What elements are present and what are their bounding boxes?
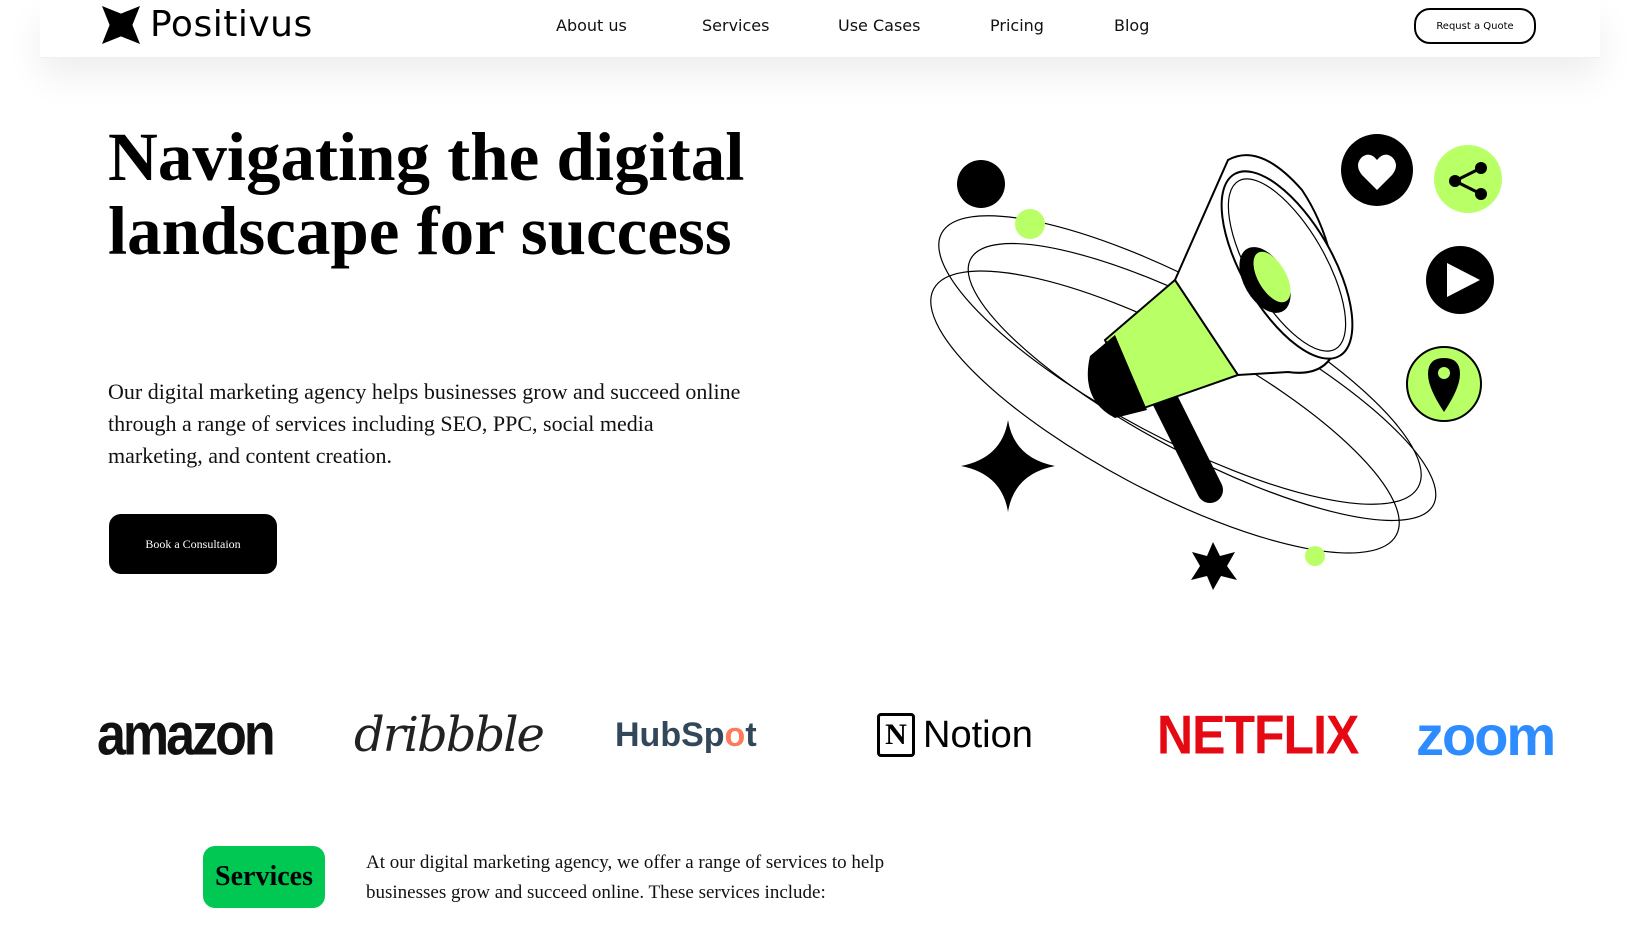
brand-logo[interactable]: Positivus: [102, 6, 313, 44]
green-dot-small: [1305, 546, 1325, 566]
nav-link-blog[interactable]: Blog: [1114, 16, 1149, 35]
sparkle-icon: [961, 420, 1055, 512]
nav-link-pricing[interactable]: Pricing: [990, 16, 1044, 35]
hubspot-logo-text-end: t: [745, 715, 757, 754]
request-quote-button[interactable]: Requst a Quote: [1414, 8, 1536, 44]
zoom-logo: zoom: [1416, 703, 1556, 767]
megaphone-illustration: [930, 134, 1502, 590]
hero-description: Our digital marketing agency helps busin…: [108, 379, 741, 468]
nav-link-services[interactable]: Services: [702, 16, 769, 35]
notion-logo-text: Notion: [923, 713, 1033, 756]
hubspot-logo: HubSp o t: [615, 690, 757, 780]
hubspot-sprocket-icon: o: [724, 715, 746, 754]
hubspot-logo-text: HubSp: [615, 715, 725, 754]
green-dot: [1015, 209, 1045, 239]
book-consultation-button[interactable]: Book a Consultaion: [109, 514, 277, 574]
play-icon: [1426, 246, 1494, 314]
heart-icon: [1341, 134, 1413, 206]
notion-logo: N Notion: [877, 690, 1033, 780]
netflix-logo: NETFLIX: [1157, 704, 1359, 766]
navbar: Positivus About us Services Use Cases Pr…: [40, 0, 1600, 58]
notion-mark-icon: N: [877, 713, 915, 757]
services-heading-badge: Services: [203, 846, 325, 908]
hero-title: Navigating the digital landscape for suc…: [108, 119, 745, 269]
positivus-logo-icon: [102, 6, 140, 44]
location-pin-icon: [1406, 346, 1482, 422]
dribbble-logo: dribbble: [354, 707, 545, 763]
services-description: At our digital marketing agency, we offe…: [366, 852, 885, 903]
megaphone-handle: [1152, 387, 1223, 503]
client-logos: amazon dribbble HubSp o t N Notion NETFLIX…: [0, 690, 1650, 780]
nav-link-about-us[interactable]: About us: [556, 16, 627, 35]
share-icon: [1434, 145, 1502, 213]
amazon-logo: amazon: [97, 701, 276, 769]
brand-name: Positivus: [150, 4, 313, 45]
nav-link-use-cases[interactable]: Use Cases: [838, 16, 920, 35]
black-dot: [957, 160, 1005, 208]
star-icon: [1191, 542, 1237, 590]
